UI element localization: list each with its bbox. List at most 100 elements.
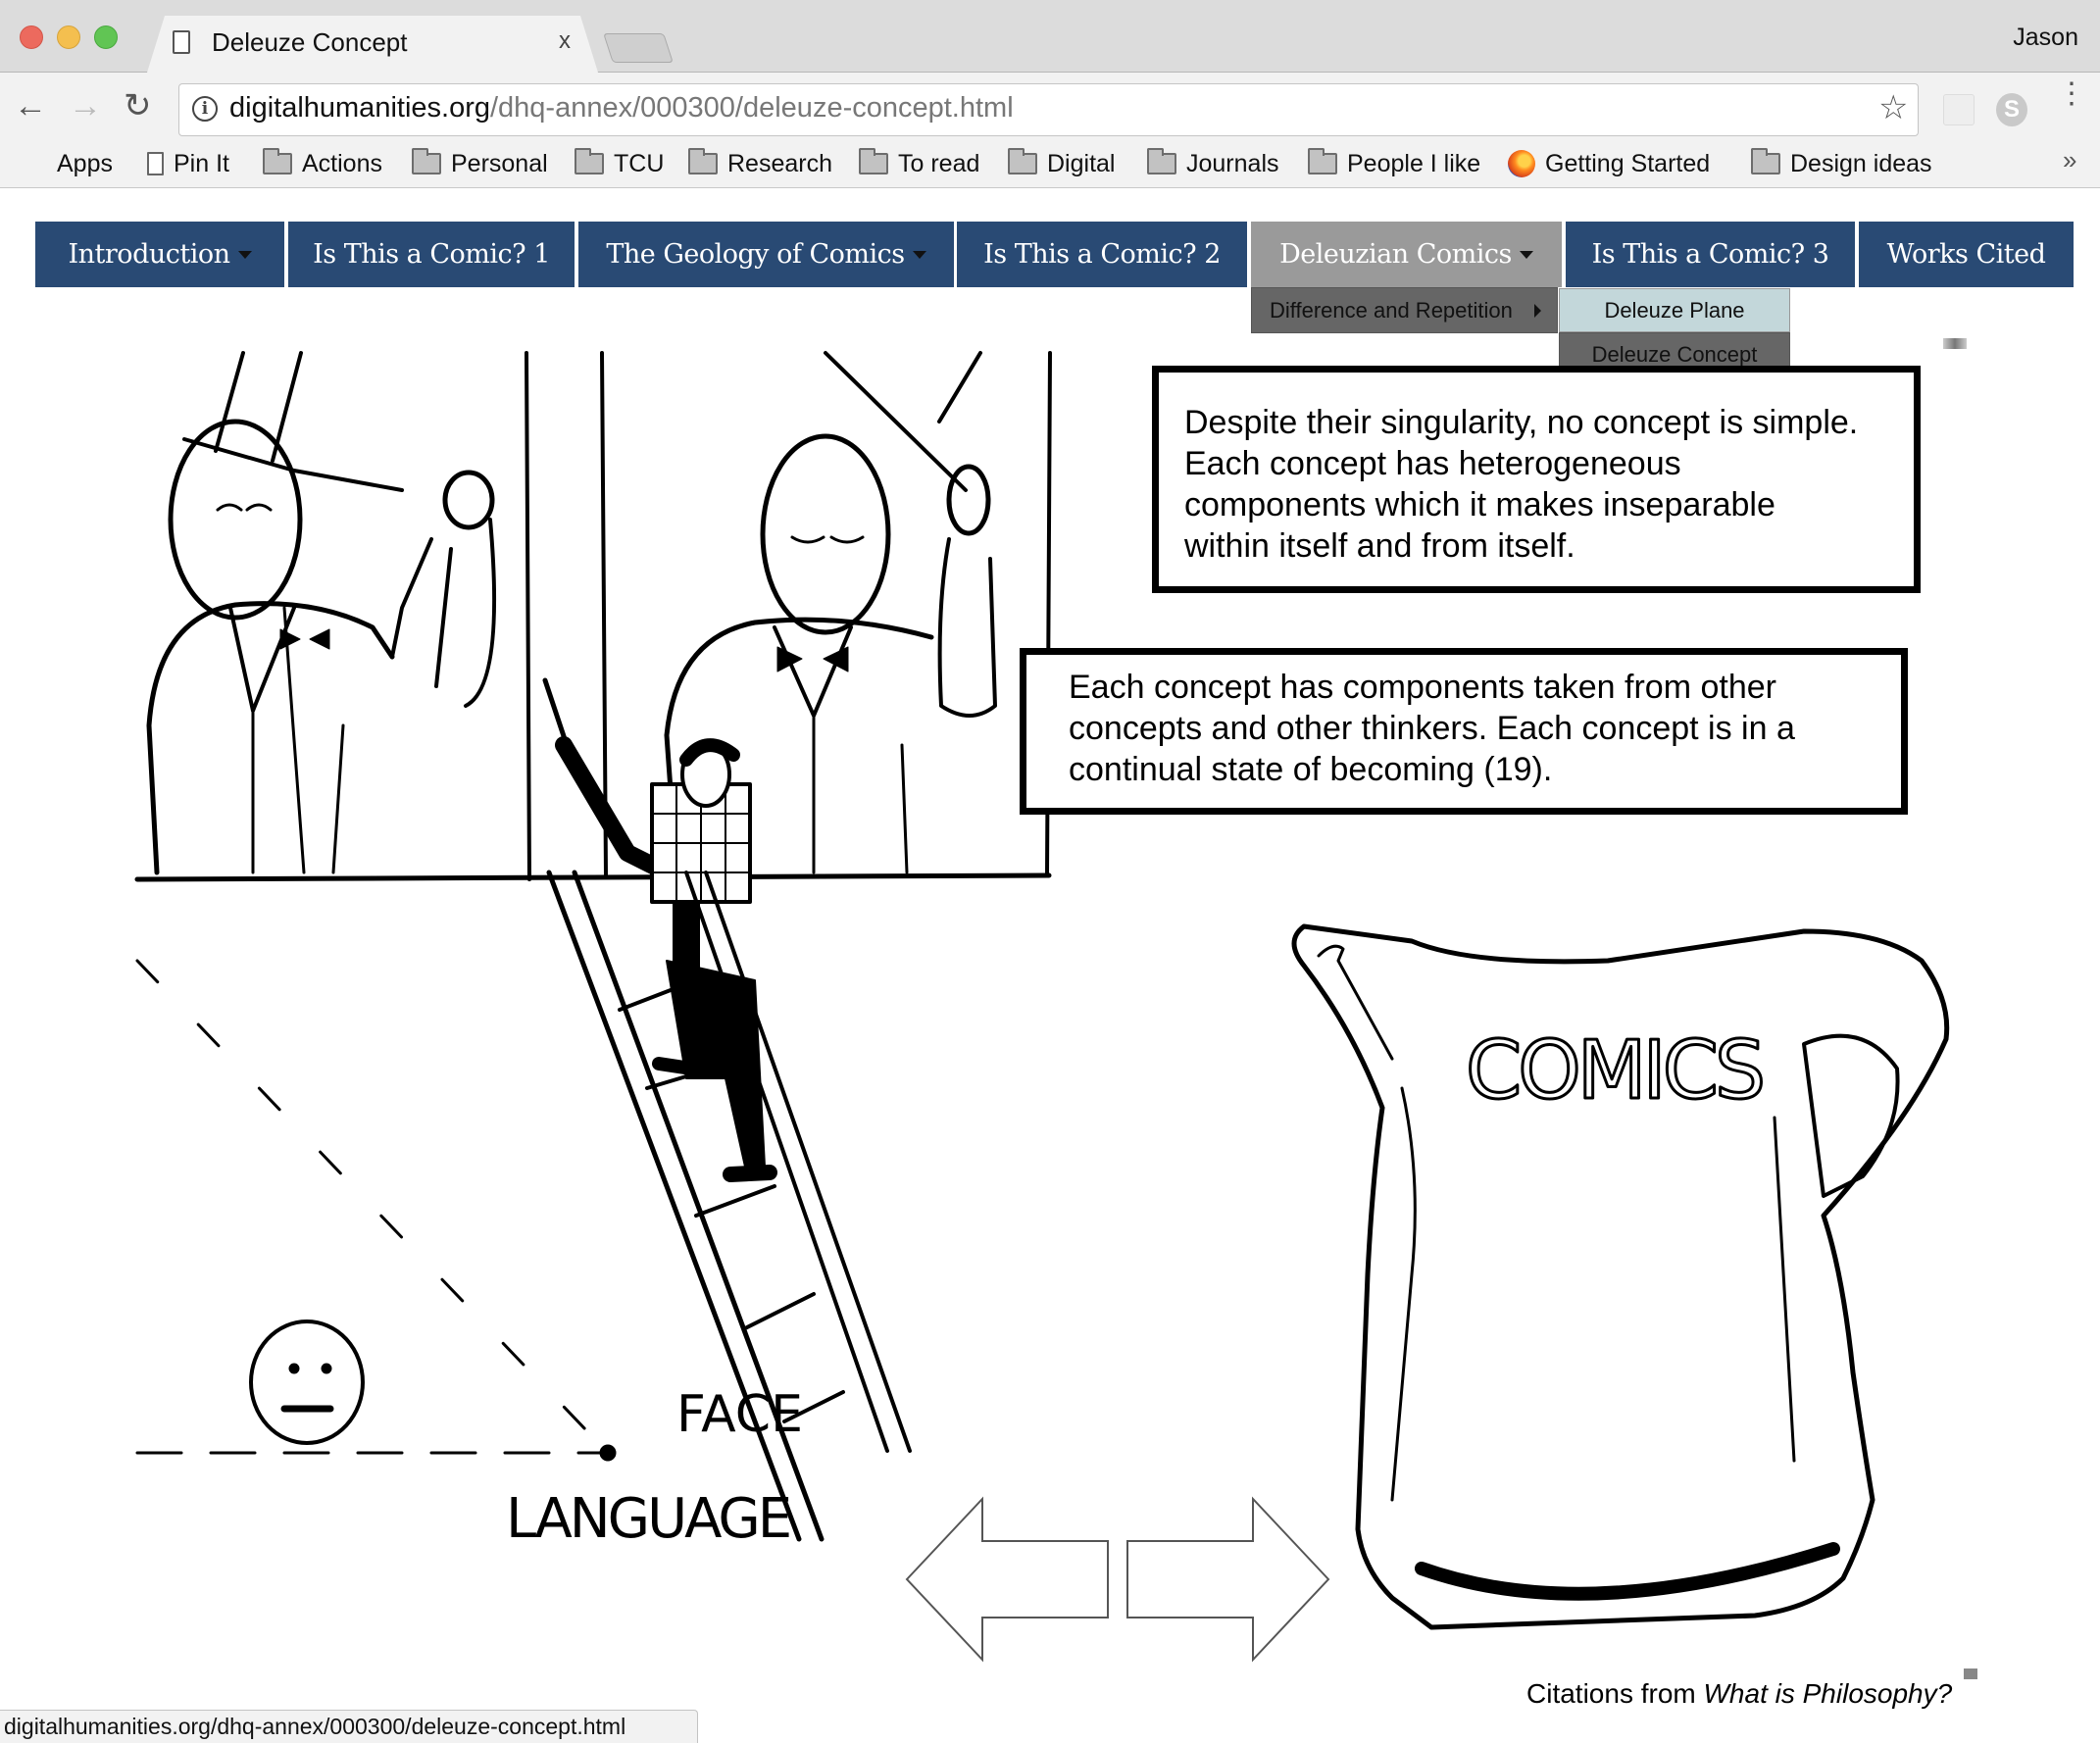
bookmark-label: Journals (1186, 149, 1279, 177)
bookmark-label: Design ideas (1790, 149, 1932, 177)
url-text[interactable]: digitalhumanities.org/dhq-annex/000300/d… (229, 92, 1014, 124)
bookmark-digital[interactable]: Digital (1008, 147, 1115, 180)
submenu-label: Deleuze Concept (1591, 342, 1758, 367)
citation-note: Citations from What is Philosophy? (1526, 1678, 1952, 1710)
nav-is-this-a-comic-2[interactable]: Is This a Comic? 2 (957, 222, 1247, 287)
bookmark-label: TCU (614, 149, 665, 177)
caption-line: continual state of becoming (19). (1069, 751, 1553, 788)
bookmark-label: Pin It (174, 149, 229, 177)
caption-line: Despite their singularity, no concept is… (1184, 404, 1859, 441)
left-figure (146, 351, 497, 875)
page-icon (173, 30, 190, 54)
forward-arrow-icon[interactable]: → (69, 86, 102, 125)
nav-label: Deleuzian Comics (1279, 239, 1512, 270)
bookmark-people-i-like[interactable]: People I like (1308, 147, 1480, 180)
bookmark-to-read[interactable]: To read (859, 147, 979, 180)
status-bar-url: digitalhumanities.org/dhq-annex/000300/d… (0, 1710, 698, 1743)
bookmark-design-ideas[interactable]: Design ideas (1751, 147, 1932, 180)
info-icon[interactable]: i (192, 96, 218, 122)
citation-title: What is Philosophy? (1703, 1678, 1953, 1709)
submenu-deleuze-plane[interactable]: Deleuze Plane (1559, 288, 1790, 332)
face-label: FACE (676, 1385, 803, 1444)
bookmark-getting-started[interactable]: Getting Started (1508, 147, 1710, 180)
bookmark-label: Personal (451, 149, 548, 177)
bookmark-label: Research (727, 149, 832, 177)
tab-close-icon[interactable]: x (559, 27, 571, 55)
bookmark-label: Getting Started (1545, 149, 1711, 177)
bookmark-journals[interactable]: Journals (1147, 147, 1279, 180)
bookmark-label: To read (898, 149, 980, 177)
nav-introduction[interactable]: Introduction (35, 222, 284, 287)
maximize-window-button[interactable] (94, 25, 118, 49)
new-tab-button[interactable] (603, 33, 674, 63)
url-path: /dhq-annex/000300/deleuze-concept.html (489, 92, 1014, 124)
previous-page-arrow-icon[interactable] (902, 1495, 1113, 1664)
folder-icon (1147, 148, 1176, 174)
dropdown-difference-and-repetition[interactable]: Difference and Repetition (1251, 287, 1558, 333)
caption-line: Each concept has heterogeneous (1184, 445, 1681, 482)
folder-icon (859, 148, 888, 174)
citation-prefix: Citations from (1526, 1678, 1704, 1709)
bookmark-star-icon[interactable]: ☆ (1878, 88, 1908, 127)
language-label: LANGUAGE (506, 1487, 789, 1551)
caption-line: components which it makes inseparable (1184, 486, 1775, 523)
nav-is-this-a-comic-3[interactable]: Is This a Comic? 3 (1566, 222, 1855, 287)
next-page-arrow-icon[interactable] (1123, 1495, 1333, 1664)
scroll-marker (1943, 338, 1967, 349)
back-arrow-icon[interactable]: ← (14, 86, 47, 125)
caption-box-singularity: Despite their singularity, no concept is… (1152, 366, 1921, 593)
bookmark-personal[interactable]: Personal (412, 147, 548, 180)
bookmark-label: People I like (1347, 149, 1481, 177)
firefox-icon (1508, 150, 1535, 177)
browser-menu-icon[interactable]: ⋮ (2057, 79, 2086, 109)
scroll-marker (1964, 1668, 1977, 1679)
comics-jug: COMICS (1291, 923, 1950, 1630)
more-bookmarks-icon[interactable]: » (2063, 145, 2076, 175)
caret-down-icon (912, 250, 926, 259)
nav-works-cited[interactable]: Works Cited (1859, 222, 2074, 287)
caret-right-icon (1533, 303, 1541, 318)
nav-label: Introduction (68, 239, 231, 270)
nav-label: Is This a Comic? 3 (1591, 239, 1829, 270)
bookmark-research[interactable]: Research (688, 147, 832, 180)
nav-is-this-a-comic-1[interactable]: Is This a Comic? 1 (288, 222, 575, 287)
nav-label: Works Cited (1886, 239, 2046, 270)
reload-icon[interactable]: ↻ (124, 86, 152, 125)
page-icon (147, 152, 164, 175)
folder-icon (1008, 148, 1037, 174)
skype-icon[interactable]: S (1996, 93, 2027, 126)
close-window-button[interactable] (20, 25, 43, 49)
caption-line: concepts and other thinkers. Each concep… (1069, 710, 1795, 747)
folder-icon (1308, 148, 1337, 174)
bookmark-pin-it[interactable]: Pin It (147, 147, 229, 180)
neutral-face (249, 1320, 365, 1445)
nav-label: The Geology of Comics (606, 239, 905, 270)
submenu-label: Deleuze Plane (1604, 297, 1745, 323)
nav-deleuzian-comics[interactable]: Deleuzian Comics (1251, 222, 1562, 287)
folder-icon (412, 148, 441, 174)
bookmark-tcu[interactable]: TCU (575, 147, 664, 180)
jug-label: COMICS (1466, 1024, 1762, 1118)
caption-line: Each concept has components taken from o… (1069, 669, 1776, 706)
caption-line: within itself and from itself. (1184, 527, 1575, 565)
caret-down-icon (1519, 250, 1533, 259)
nav-geology-of-comics[interactable]: The Geology of Comics (578, 222, 954, 287)
caption-box-components: Each concept has components taken from o… (1020, 648, 1908, 815)
apps-grid-icon (22, 151, 47, 176)
bookmark-actions[interactable]: Actions (263, 147, 382, 180)
caret-down-icon (237, 250, 252, 259)
url-host: digitalhumanities.org (229, 92, 490, 124)
profile-name[interactable]: Jason (2013, 24, 2078, 52)
nav-label: Is This a Comic? 2 (983, 239, 1221, 270)
nav-label: Is This a Comic? 1 (313, 239, 550, 270)
floor-line (134, 872, 1052, 882)
extension-icon[interactable] (1943, 94, 1975, 125)
bookmark-label: Apps (57, 149, 113, 177)
bookmark-label: Actions (302, 149, 382, 177)
folder-icon (1751, 148, 1780, 174)
bookmark-apps[interactable]: Apps (22, 147, 113, 180)
minimize-window-button[interactable] (57, 25, 80, 49)
folder-icon (575, 148, 604, 174)
bookmark-label: Digital (1047, 149, 1116, 177)
folder-icon (263, 148, 292, 174)
